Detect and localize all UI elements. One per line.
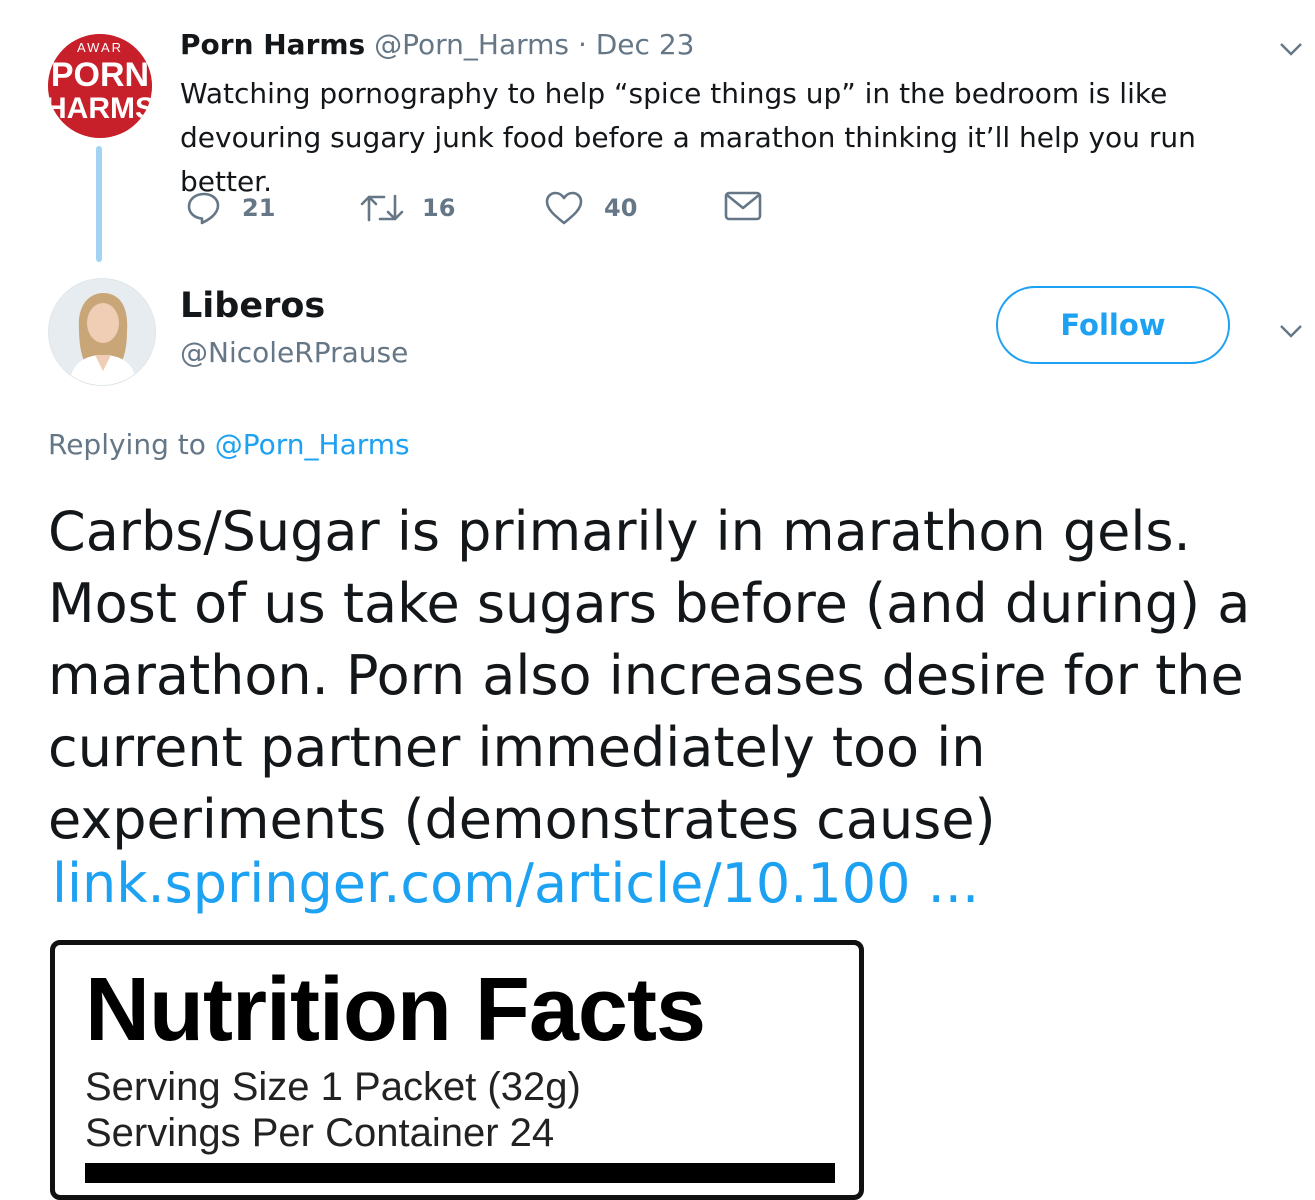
avatar[interactable]: AWAR PORN HARMS [48,34,152,138]
author-name[interactable]: Liberos [180,286,325,326]
author-name[interactable]: Porn Harms [180,28,365,61]
svg-text:HARMS: HARMS [48,92,152,125]
replying-mention[interactable]: @Porn_Harms [215,428,410,461]
nutrition-facts-title: Nutrition Facts [85,960,706,1060]
retweet-icon [360,194,404,222]
author-handle[interactable]: @NicoleRPrause [180,336,408,369]
tweet-media-image[interactable]: Nutrition Facts Serving Size 1 Packet (3… [50,940,864,1200]
avatar[interactable] [48,278,156,386]
servings-per-container: Servings Per Container 24 [85,1111,555,1155]
chevron-down-icon[interactable] [1278,318,1304,344]
porn-harms-logo: AWAR PORN HARMS [48,34,152,138]
tweet-header: Porn Harms @Porn_Harms · Dec 23 [180,28,694,61]
like-count: 40 [604,194,638,222]
serving-size: Serving Size 1 Packet (32g) [85,1065,581,1109]
tweet-text: Watching pornography to help “spice thin… [180,77,1196,198]
svg-text:PORN: PORN [51,56,149,94]
like-button[interactable]: 40 [544,190,637,226]
retweet-count: 16 [422,194,456,222]
tweet-text: Carbs/Sugar is primarily in marathon gel… [48,500,1251,851]
reply-button[interactable]: 21 [186,190,275,226]
chevron-down-icon[interactable] [1278,36,1304,62]
tweet-date[interactable]: Dec 23 [596,28,695,61]
retweet-button[interactable]: 16 [360,190,455,226]
profile-photo [49,279,155,385]
svg-text:AWAR: AWAR [77,40,123,55]
follow-button[interactable]: Follow [996,286,1230,364]
nutrition-divider [85,1163,835,1183]
like-icon [545,191,583,225]
author-handle[interactable]: @Porn_Harms [374,28,569,61]
meta-separator: · [577,28,587,61]
reply-count: 21 [242,194,276,222]
reply-icon [187,192,220,225]
dm-icon [724,191,762,221]
replying-prefix: Replying to [48,428,206,461]
thread-line [96,146,102,262]
dm-button[interactable] [724,190,762,222]
tweet-link[interactable]: link.springer.com/article/10.100 ... [52,852,979,915]
replying-to: Replying to @Porn_Harms [48,428,410,461]
